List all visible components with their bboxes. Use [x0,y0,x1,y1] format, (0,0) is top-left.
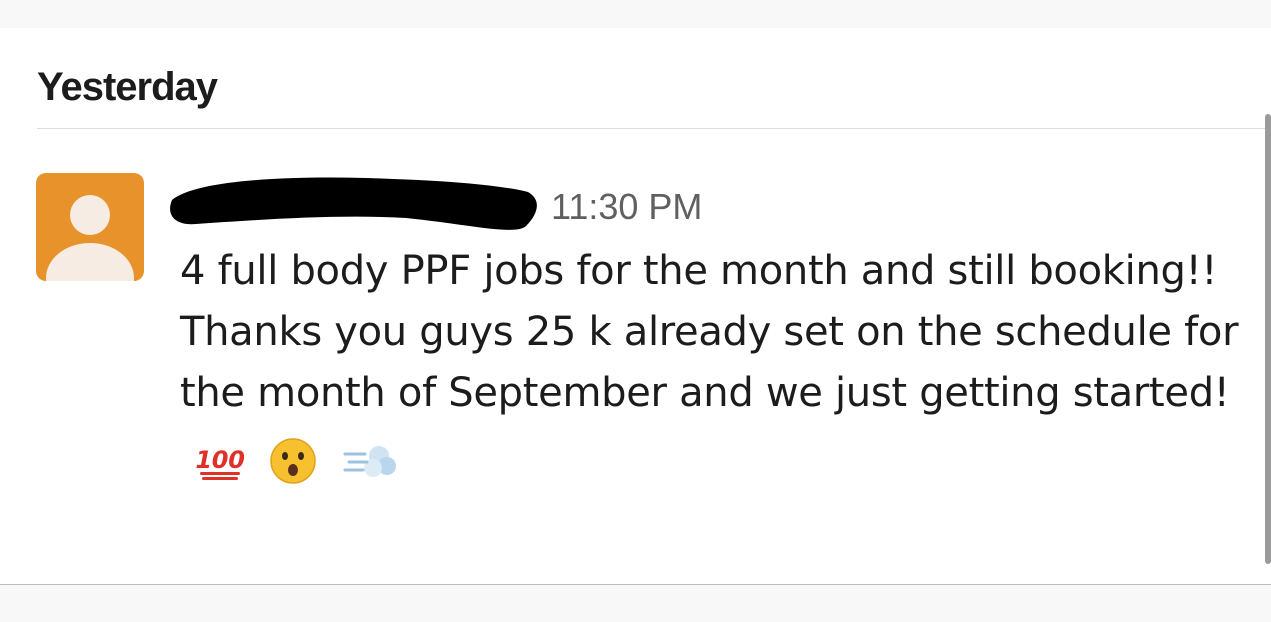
astonished-face-icon [270,438,317,484]
svg-text:100: 100 [195,446,244,474]
day-divider-line [37,128,1271,129]
message-panel: Yesterday 11:30 PM 4 full body PPF jobs … [0,28,1271,584]
scrollbar[interactable] [1265,114,1271,564]
day-divider-label: Yesterday [37,65,218,109]
avatar-head-shape [70,195,110,235]
emoji-group: 100 [194,429,411,484]
message-timestamp[interactable]: 11:30 PM [551,186,702,228]
avatar[interactable] [36,173,144,281]
bottom-bar [0,584,1271,622]
message-text: 4 full body PPF jobs for the month and s… [180,248,1239,416]
hundred-points-icon: 100 [195,446,245,480]
redacted-sender-name [170,177,537,230]
dash-symbol-icon [343,446,396,477]
avatar-body-shape [46,243,134,281]
message-body: 4 full body PPF jobs for the month and s… [180,241,1250,485]
